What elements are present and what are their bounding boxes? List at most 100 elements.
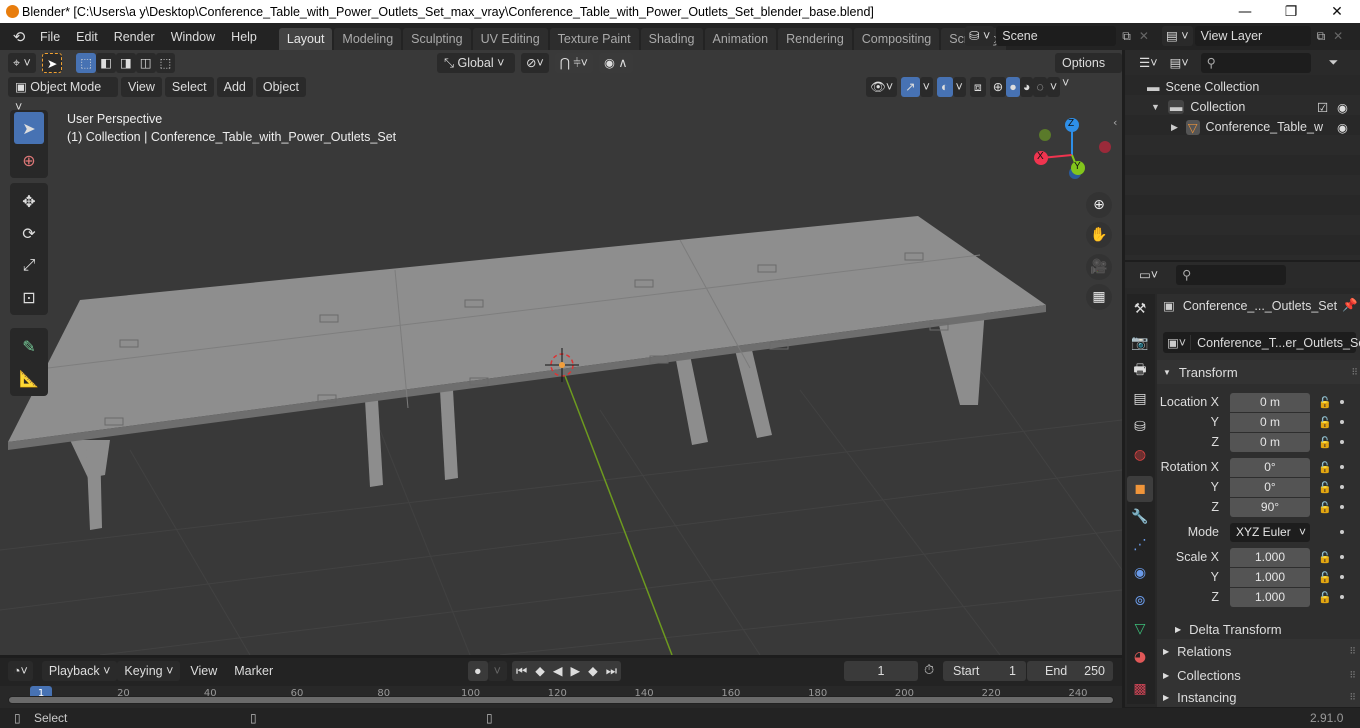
keyframe-dot-icon[interactable] bbox=[1340, 420, 1344, 424]
lock-icon[interactable]: 🔓 bbox=[1318, 591, 1332, 604]
keyframe-dot-icon[interactable] bbox=[1340, 530, 1344, 534]
viewport-menu-add[interactable]: Add bbox=[216, 77, 253, 97]
overlay-dropdown-icon[interactable]: ˅ bbox=[952, 77, 966, 97]
outliner-item-collection[interactable]: ▼ ▬ Collection ☑ ◉ bbox=[1125, 97, 1360, 117]
minimize-button[interactable]: — bbox=[1222, 0, 1268, 23]
camera-view-button[interactable]: 🎥 bbox=[1086, 254, 1112, 280]
overlay-toggle-icon[interactable]: ◐ bbox=[936, 77, 953, 97]
annotate-tool[interactable]: ✎ bbox=[14, 330, 44, 362]
solid-shading-icon[interactable]: ● bbox=[1006, 77, 1020, 97]
ortho-toggle-button[interactable]: ▦ bbox=[1086, 284, 1112, 310]
wireframe-shading-icon[interactable]: ⊕ bbox=[989, 77, 1007, 97]
rotation-mode-dropdown[interactable]: XYZ Euler ˅ bbox=[1230, 522, 1310, 542]
end-frame-field[interactable]: End 250 bbox=[1027, 661, 1113, 681]
render-tab-icon[interactable]: 📷 bbox=[1127, 330, 1153, 356]
object-datablock-field[interactable]: ▣˅ Conference_T...er_Outlets_Set bbox=[1163, 332, 1360, 353]
data-tab-icon[interactable]: ▽ bbox=[1127, 616, 1153, 642]
pin-icon[interactable]: 📌 bbox=[1342, 298, 1358, 313]
texture-tab-icon[interactable]: ▩ bbox=[1127, 676, 1153, 702]
delete-scene-icon[interactable]: ✕ bbox=[1139, 29, 1149, 43]
scene-name-field[interactable]: Scene bbox=[996, 26, 1117, 46]
timeline-view-menu[interactable]: View bbox=[183, 661, 224, 681]
tab-layout[interactable]: Layout bbox=[278, 28, 333, 50]
view-layer-name-field[interactable]: View Layer bbox=[1194, 26, 1311, 46]
close-window-button[interactable]: ✕ bbox=[1314, 0, 1360, 23]
keyframe-dot-icon[interactable] bbox=[1340, 555, 1344, 559]
lock-icon[interactable]: 🔓 bbox=[1318, 461, 1332, 474]
lock-icon[interactable]: 🔓 bbox=[1318, 396, 1332, 409]
menu-render[interactable]: Render bbox=[106, 26, 163, 48]
prev-keyframe-button[interactable]: ◆ bbox=[531, 661, 549, 681]
zoom-view-button[interactable]: ⊕ bbox=[1086, 192, 1112, 218]
outliner-item-scene-collection[interactable]: ▬ Scene Collection bbox=[1125, 77, 1360, 97]
lock-icon[interactable]: 🔓 bbox=[1318, 501, 1332, 514]
scale-z-field[interactable]: 1.000 bbox=[1230, 587, 1310, 607]
tab-shading[interactable]: Shading bbox=[640, 28, 703, 50]
jump-end-button[interactable]: ⏭ bbox=[602, 661, 621, 681]
snap-icon[interactable]: ⋂ ⫩˅ bbox=[554, 53, 593, 73]
tab-uv-editing[interactable]: UV Editing bbox=[472, 28, 548, 50]
outliner-search-input[interactable]: ⚲ bbox=[1200, 52, 1311, 73]
cursor-tool[interactable]: ⊕ bbox=[14, 144, 44, 176]
tab-rendering[interactable]: Rendering bbox=[778, 28, 852, 50]
transform-tool[interactable]: ⊡ bbox=[14, 281, 44, 313]
auto-keying-toggle[interactable]: ● bbox=[468, 661, 488, 681]
filter-icon[interactable]: ⏷ bbox=[1329, 55, 1339, 70]
keyframe-dot-icon[interactable] bbox=[1340, 465, 1344, 469]
location-x-field[interactable]: 0 m bbox=[1230, 392, 1310, 412]
rotation-z-field[interactable]: 90° bbox=[1230, 497, 1310, 517]
marker-menu[interactable]: Marker bbox=[227, 661, 280, 681]
menu-edit[interactable]: Edit bbox=[68, 26, 106, 48]
material-shading-icon[interactable]: ◕ bbox=[1019, 77, 1034, 97]
properties-type-icon[interactable]: ▭˅ bbox=[1135, 265, 1163, 285]
keyframe-dot-icon[interactable] bbox=[1340, 440, 1344, 444]
keyframe-dot-icon[interactable] bbox=[1340, 485, 1344, 489]
instancing-panel-header[interactable]: ▶ Instancing ⠿ bbox=[1157, 687, 1360, 707]
outliner-type-icon[interactable]: ☰˅ bbox=[1135, 52, 1162, 73]
scale-y-field[interactable]: 1.000 bbox=[1230, 567, 1310, 587]
location-y-field[interactable]: 0 m bbox=[1230, 412, 1310, 432]
menu-file[interactable]: File bbox=[32, 26, 68, 48]
new-scene-icon[interactable]: ⧉ bbox=[1122, 29, 1131, 44]
jump-start-button[interactable]: ⏮ bbox=[512, 661, 531, 681]
viewport-menu-object[interactable]: Object bbox=[255, 77, 307, 97]
menu-window[interactable]: Window bbox=[163, 26, 223, 48]
drag-handle-icon[interactable]: ⠿ bbox=[1349, 692, 1356, 703]
z-axis-icon[interactable] bbox=[1065, 118, 1079, 132]
object-browse-icon[interactable]: ▣˅ bbox=[1163, 335, 1192, 350]
xray-toggle-icon[interactable]: ⧈ bbox=[969, 77, 986, 97]
gizmo-dropdown-icon[interactable]: ˅ bbox=[919, 77, 933, 97]
select-box-tool[interactable]: ➤ bbox=[14, 112, 44, 144]
timeline-type-icon[interactable]: ◔˅ bbox=[8, 661, 33, 681]
play-button[interactable]: ▶ bbox=[567, 661, 585, 681]
keying-menu[interactable]: Keying ˅ bbox=[117, 661, 181, 681]
mode-dropdown[interactable]: ▣ Object Mode ˅ bbox=[8, 77, 118, 114]
proportional-edit-icon[interactable]: ◉ ∧ bbox=[598, 53, 633, 73]
stopwatch-icon[interactable]: ⏱ bbox=[924, 663, 934, 678]
blender-menu-icon[interactable]: ⟲ bbox=[6, 28, 32, 46]
scale-tool[interactable]: ⤢ bbox=[14, 249, 44, 281]
pan-view-button[interactable]: ✋ bbox=[1086, 222, 1112, 248]
delete-view-layer-icon[interactable]: ✕ bbox=[1333, 29, 1343, 43]
timeline-area[interactable]: 1 20 40 60 80 100 120 140 160 180 200 220 240 bbox=[0, 686, 1122, 708]
3d-viewport[interactable]: ⌖ ˅ ➤ ⬚ ◧ ◨ ◫ ⬚ ⤡ Global ˅ ⊘˅ ⋂ ⫩˅ ◉ ∧ O… bbox=[0, 50, 1122, 655]
navigation-gizmo[interactable] bbox=[1025, 115, 1120, 185]
visibility-eye-icon[interactable]: ◉ bbox=[1337, 120, 1348, 135]
properties-search-input[interactable]: ⚲ bbox=[1176, 265, 1287, 285]
select-mode-new-icon[interactable]: ⬚ bbox=[76, 53, 97, 73]
outliner-item-conference-table[interactable]: ▶ ▽ Conference_Table_w ◉ bbox=[1125, 117, 1360, 137]
tab-texture-paint[interactable]: Texture Paint bbox=[549, 28, 639, 50]
view-layer-selector-icon[interactable]: ▤ ˅ bbox=[1162, 26, 1193, 46]
pivot-point-icon[interactable]: ⊘˅ bbox=[521, 53, 549, 73]
shading-dropdown-icon[interactable]: ˅ bbox=[1046, 77, 1061, 97]
keyframe-dot-icon[interactable] bbox=[1340, 575, 1344, 579]
lock-icon[interactable]: 🔓 bbox=[1318, 436, 1332, 449]
new-view-layer-icon[interactable]: ⧉ bbox=[1317, 29, 1326, 44]
expand-arrow-icon[interactable]: ▼ bbox=[1151, 102, 1160, 112]
transform-orientation-dropdown[interactable]: ⤡ Global ˅ bbox=[437, 53, 515, 73]
visibility-eye-icon[interactable]: ◉ bbox=[1337, 100, 1348, 115]
location-z-field[interactable]: 0 m bbox=[1230, 432, 1310, 452]
select-mode-invert-icon[interactable]: ◫ bbox=[135, 53, 156, 73]
playback-menu[interactable]: Playback ˅ bbox=[41, 661, 118, 681]
gizmo-toggle-icon[interactable]: ↗ bbox=[901, 77, 920, 97]
